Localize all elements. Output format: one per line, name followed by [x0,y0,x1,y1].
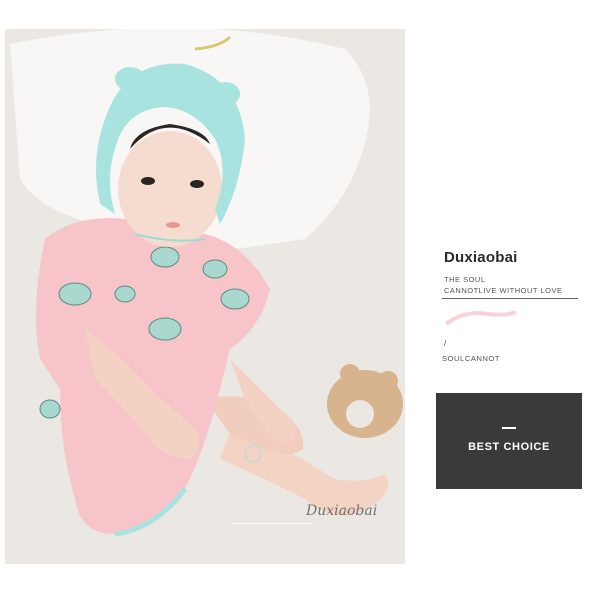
romper [36,218,270,534]
watermark-line [232,523,312,524]
divider [442,298,578,299]
tagline-line-2: CANNOTLIVE WITHOUT LOVE [444,286,563,295]
watermark: Duxiaobai [306,503,378,519]
brand-title: Duxiaobai [444,249,518,266]
tagline-line-3: SOULCANNOT [442,354,501,363]
product-photo [5,29,405,564]
best-choice-button[interactable]: BEST CHOICE [436,393,582,489]
baby-illustration [10,29,403,537]
brush-stroke [444,310,517,326]
best-choice-label: BEST CHOICE [468,441,550,453]
slash-mark: / [444,339,447,348]
dash-icon [502,427,516,429]
tagline-line-1: THE SOUL [444,275,486,284]
